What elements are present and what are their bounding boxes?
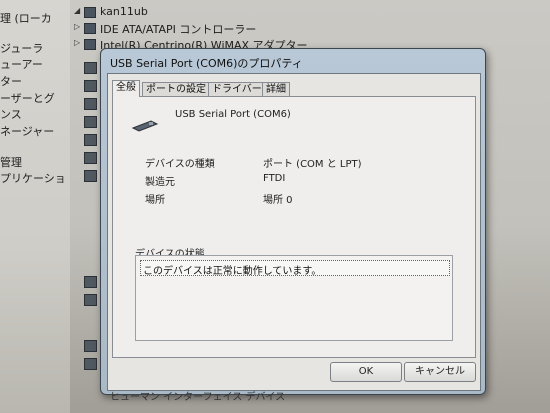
left-item[interactable]: プリケーショ: [0, 170, 66, 186]
left-panel: 理 (ローカ ジューラ ューアー ター ーザーとグ ンス ネージャー 管理 プリ…: [0, 0, 70, 413]
device-name: USB Serial Port (COM6): [175, 109, 291, 120]
left-item[interactable]: ネージャー: [0, 123, 54, 139]
location-value: 場所 0: [263, 195, 293, 206]
dialog-body: 全般 ポートの設定 ドライバー 詳細 USB Serial Port (COM6…: [107, 73, 481, 391]
device-category-icon: [84, 116, 97, 128]
cancel-button[interactable]: キャンセル: [404, 362, 476, 382]
general-panel: USB Serial Port (COM6) デバイスの種類 ポート (COM …: [112, 96, 476, 358]
tab-details[interactable]: 詳細: [262, 82, 290, 97]
left-item[interactable]: ジューラ: [0, 40, 43, 56]
tab-driver[interactable]: ドライバー: [208, 82, 266, 97]
manufacturer-value: FTDI: [263, 173, 286, 184]
location-label: 場所: [145, 195, 165, 206]
device-category-icon: [84, 134, 97, 146]
usb-port-icon: [131, 120, 159, 132]
left-item[interactable]: ーザーとグ: [0, 90, 55, 106]
expand-icon[interactable]: ▷: [74, 22, 80, 31]
tree-root[interactable]: ◢ kan11ub: [70, 4, 550, 20]
device-category-icon: [84, 340, 97, 352]
device-category-icon: [84, 98, 97, 110]
device-category-icon: [84, 62, 97, 74]
device-category-icon: [84, 276, 97, 288]
device-type-value: ポート (COM と LPT): [263, 159, 362, 170]
device-category-icon: [84, 80, 97, 92]
left-item[interactable]: 理 (ローカ: [0, 10, 52, 26]
expand-icon[interactable]: ▷: [74, 38, 80, 47]
tab-general[interactable]: 全般: [112, 80, 140, 97]
device-category-icon: [84, 294, 97, 306]
device-status-text[interactable]: このデバイスは正常に動作しています。: [140, 260, 450, 277]
controller-icon: [84, 23, 96, 34]
left-item[interactable]: 管理: [0, 154, 22, 170]
properties-dialog: USB Serial Port (COM6)のプロパティ 全般 ポートの設定 ド…: [100, 48, 486, 395]
device-type-label: デバイスの種類: [145, 159, 215, 170]
device-category-icon: [84, 358, 97, 370]
left-item[interactable]: ンス: [0, 106, 22, 122]
left-item[interactable]: ター: [0, 73, 22, 89]
expand-icon[interactable]: ◢: [74, 6, 80, 15]
ok-button[interactable]: OK: [330, 362, 402, 382]
device-status-box[interactable]: このデバイスは正常に動作しています。: [135, 255, 453, 341]
network-adapter-icon: [84, 39, 96, 50]
device-category-icon: [84, 152, 97, 164]
dialog-title: USB Serial Port (COM6)のプロパティ: [110, 57, 303, 70]
tree-item-hid[interactable]: ヒューマン インターフェイス デバイス: [110, 388, 285, 403]
tree-item[interactable]: ▷ IDE ATA/ATAPI コントローラー: [70, 20, 550, 36]
manufacturer-label: 製造元: [145, 177, 175, 188]
computer-icon: [84, 7, 96, 18]
device-category-icon: [84, 170, 97, 182]
tab-port-settings[interactable]: ポートの設定: [142, 82, 210, 97]
left-item[interactable]: ューアー: [0, 56, 43, 72]
